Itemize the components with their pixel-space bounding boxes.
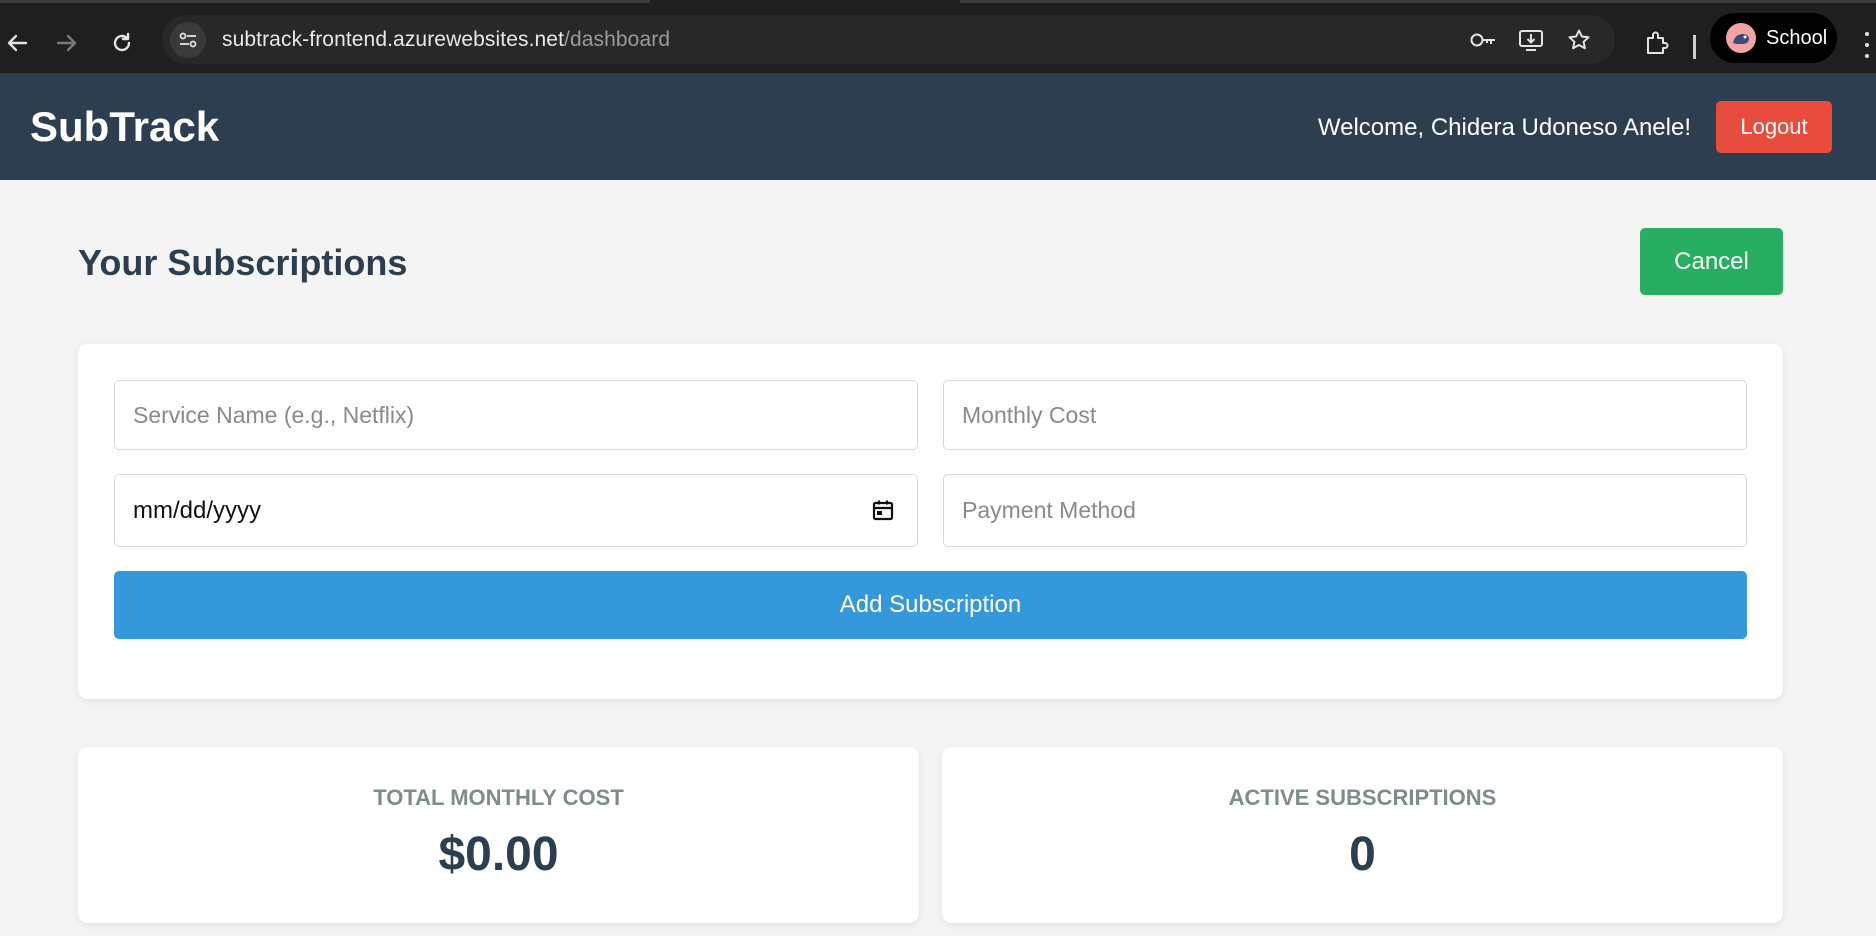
app-header: SubTrack Welcome, Chidera Udoneso Anele!… bbox=[0, 73, 1876, 180]
reload-icon[interactable] bbox=[105, 24, 139, 62]
bookmark-star-icon[interactable] bbox=[1562, 23, 1596, 57]
browser-tab-strip bbox=[0, 0, 1876, 12]
calendar-icon[interactable] bbox=[871, 498, 895, 527]
active-subscriptions-value: 0 bbox=[1349, 828, 1376, 881]
url-text: subtrack-frontend.azurewebsites.net/dash… bbox=[222, 28, 670, 52]
password-key-icon[interactable] bbox=[1466, 23, 1500, 57]
cancel-button[interactable]: Cancel bbox=[1640, 228, 1783, 295]
profile-avatar-icon bbox=[1726, 23, 1756, 53]
active-subscriptions-card: ACTIVE SUBSCRIPTIONS 0 bbox=[942, 747, 1783, 923]
service-name-input[interactable] bbox=[114, 380, 918, 450]
address-bar[interactable]: subtrack-frontend.azurewebsites.net/dash… bbox=[162, 15, 1615, 64]
brand-logo[interactable]: SubTrack bbox=[30, 103, 219, 151]
browser-toolbar: subtrack-frontend.azurewebsites.net/dash… bbox=[0, 12, 1876, 73]
billing-date-input[interactable]: mm/dd/yyyy bbox=[114, 474, 918, 547]
browser-tab[interactable] bbox=[960, 0, 1876, 3]
active-subscriptions-label: ACTIVE SUBSCRIPTIONS bbox=[1228, 785, 1497, 810]
profile-label: School bbox=[1766, 26, 1828, 49]
total-cost-card: TOTAL MONTHLY COST $0.00 bbox=[78, 747, 919, 923]
payment-method-input[interactable] bbox=[943, 474, 1747, 547]
page-title: Your Subscriptions bbox=[78, 242, 408, 283]
welcome-message: Welcome, Chidera Udoneso Anele! bbox=[1317, 114, 1691, 141]
install-app-icon[interactable] bbox=[1514, 23, 1548, 57]
monthly-cost-input[interactable] bbox=[943, 380, 1747, 450]
logout-button[interactable]: Logout bbox=[1716, 101, 1832, 153]
total-cost-value: $0.00 bbox=[438, 828, 559, 881]
browser-tab[interactable] bbox=[0, 0, 650, 3]
toolbar-divider bbox=[1693, 35, 1696, 59]
menu-icon[interactable] bbox=[1858, 32, 1876, 58]
add-subscription-form: mm/dd/yyyy Add Subscription bbox=[78, 344, 1783, 699]
forward-icon[interactable] bbox=[50, 24, 84, 62]
total-cost-label: TOTAL MONTHLY COST bbox=[373, 785, 624, 810]
site-info-icon[interactable] bbox=[170, 21, 206, 58]
date-value: mm/dd/yyyy bbox=[133, 496, 262, 524]
profile-button[interactable]: School bbox=[1710, 13, 1837, 63]
url-host: subtrack-frontend.azurewebsites.net bbox=[222, 27, 565, 51]
add-subscription-button[interactable]: Add Subscription bbox=[114, 571, 1747, 639]
url-path: /dashboard bbox=[564, 27, 671, 51]
back-icon[interactable] bbox=[0, 24, 34, 62]
extensions-icon[interactable] bbox=[1640, 24, 1674, 62]
